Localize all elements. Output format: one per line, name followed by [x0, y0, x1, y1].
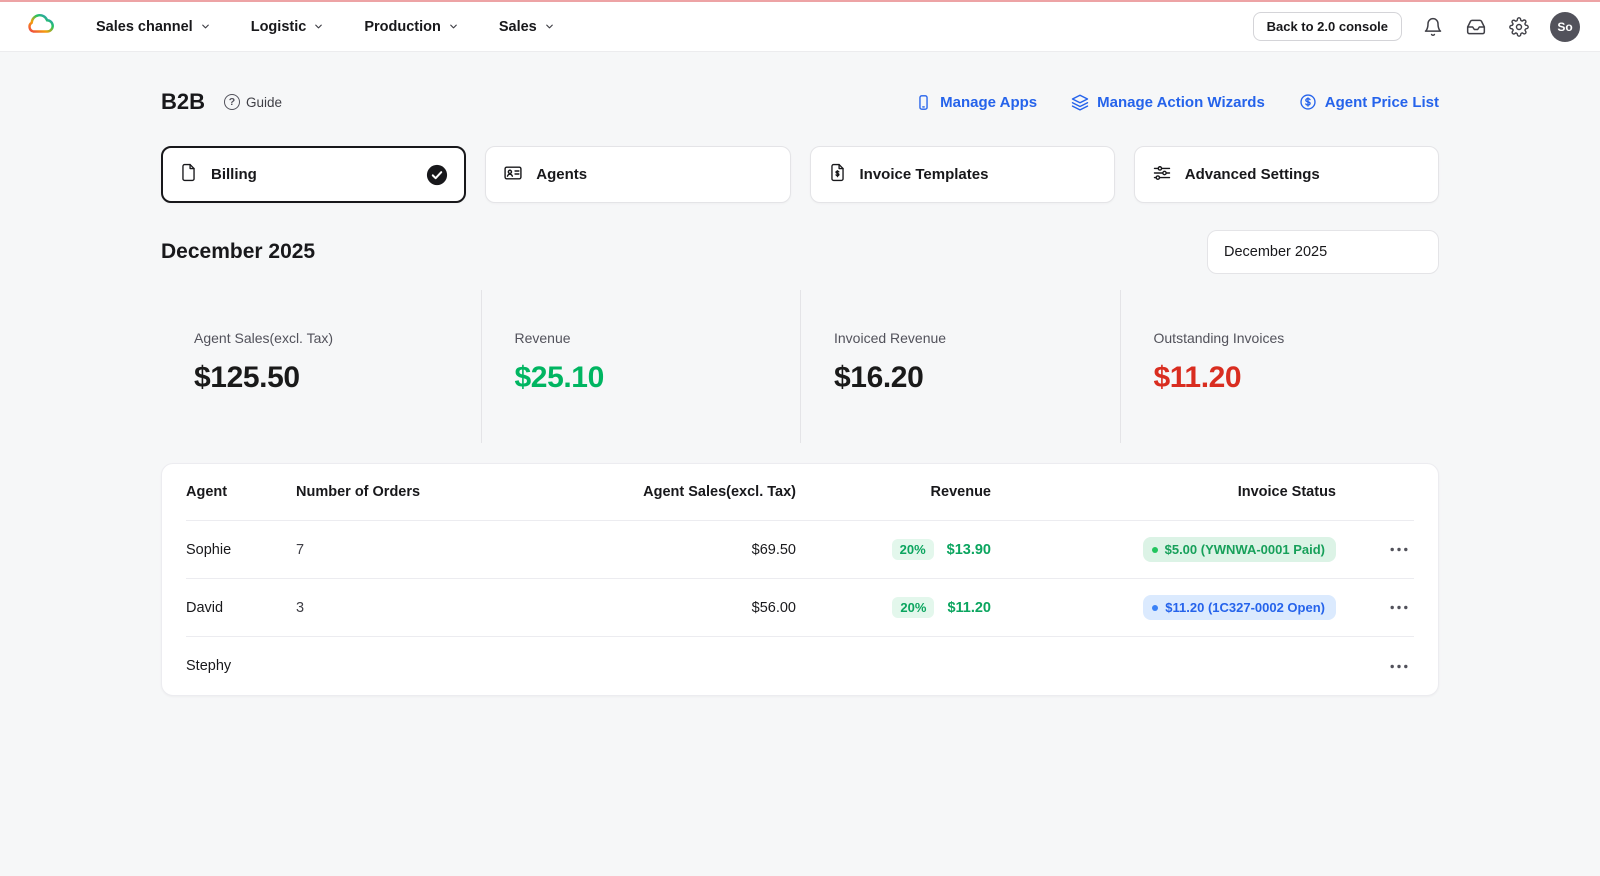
chevron-down-icon [448, 21, 459, 32]
stat-outstanding-invoices: Outstanding Invoices $11.20 [1119, 290, 1440, 443]
agent-price-list-link[interactable]: Agent Price List [1299, 93, 1439, 111]
stat-invoiced-revenue: Invoiced Revenue $16.20 [800, 290, 1120, 443]
dollar-circle-icon [1299, 93, 1317, 111]
agents-table: Agent Number of Orders Agent Sales(excl.… [161, 463, 1439, 696]
stat-revenue: Revenue $25.10 [480, 290, 801, 443]
main-menu: Sales channel Logistic Production Sales [96, 19, 555, 35]
inbox-icon[interactable] [1464, 15, 1488, 39]
manage-action-wizards-link[interactable]: Manage Action Wizards [1071, 93, 1265, 111]
agent-sales-value: $69.50 [751, 541, 796, 558]
agent-sales-value: $56.00 [751, 599, 796, 616]
table-row: David 3 $56.00 20% $11.20 $11.20 (1C327-… [186, 579, 1414, 637]
chevron-down-icon [200, 21, 211, 32]
col-agent: Agent [186, 484, 228, 500]
invoice-icon [828, 163, 847, 186]
orders-count: 3 [296, 599, 305, 616]
question-circle-icon [224, 94, 241, 110]
period-selector[interactable]: December 2025 [1207, 230, 1439, 274]
tab-billing[interactable]: Billing [161, 146, 467, 203]
row-actions-ellipsis-icon[interactable] [1336, 605, 1414, 610]
section-tabs: Billing Agents Invoice Templates Advance… [161, 146, 1439, 203]
app-logo[interactable] [26, 9, 56, 44]
row-actions-ellipsis-icon[interactable] [1336, 664, 1414, 669]
user-avatar[interactable]: So [1550, 11, 1580, 42]
menu-sales[interactable]: Sales [499, 19, 555, 35]
menu-production[interactable]: Production [364, 19, 459, 35]
id-card-icon [503, 163, 523, 187]
orders-count: 7 [296, 541, 305, 558]
agent-name: Sophie [186, 541, 232, 558]
revenue-value: $11.20 [947, 599, 991, 616]
revenue-percent-badge: 20% [891, 539, 934, 560]
chevron-down-icon [544, 21, 555, 32]
top-navigation-bar: Sales channel Logistic Production Sales … [0, 2, 1600, 52]
table-header-row: Agent Number of Orders Agent Sales(excl.… [186, 464, 1414, 521]
menu-label: Sales [498, 18, 537, 35]
col-revenue: Revenue [930, 484, 991, 500]
header-links: Manage Apps Manage Action Wizards Agent … [915, 93, 1439, 111]
menu-label: Logistic [250, 18, 307, 35]
gear-icon[interactable] [1507, 15, 1531, 39]
col-status: Invoice Status [1237, 484, 1336, 500]
phone-icon [915, 94, 932, 111]
manage-apps-link[interactable]: Manage Apps [915, 94, 1037, 111]
revenue-cell: 20% $13.90 [796, 539, 991, 560]
row-actions-ellipsis-icon[interactable] [1336, 547, 1414, 552]
invoice-status-badge[interactable]: $11.20 (1C327-0002 Open) [1143, 595, 1336, 620]
topbar-actions: Back to 2.0 console So [1252, 11, 1580, 42]
menu-label: Production [364, 18, 441, 35]
chevron-down-icon [313, 21, 324, 32]
col-sales: Agent Sales(excl. Tax) [643, 484, 796, 500]
menu-sales-channel[interactable]: Sales channel [96, 19, 211, 35]
agent-name: David [186, 599, 224, 616]
invoice-status-badge[interactable]: $5.00 (YWNWA-0001 Paid) [1142, 537, 1336, 562]
bell-icon[interactable] [1421, 15, 1445, 39]
col-orders: Number of Orders [296, 484, 421, 500]
rainbow-cloud-logo-icon [26, 9, 56, 44]
guide-label: Guide [246, 94, 283, 110]
page-title: B2B [161, 89, 206, 114]
menu-label: Sales channel [96, 18, 193, 35]
sliders-icon [1152, 163, 1172, 187]
revenue-percent-badge: 20% [892, 597, 935, 618]
layers-icon [1071, 93, 1089, 111]
table-row: Stephy [186, 637, 1414, 695]
back-to-console-button[interactable]: Back to 2.0 console [1252, 12, 1402, 41]
main-content: B2B Guide Manage Apps Manage Action Wiza… [161, 52, 1439, 696]
check-circle-icon [426, 164, 448, 186]
tab-advanced-settings[interactable]: Advanced Settings [1133, 146, 1439, 203]
page-header: B2B Guide Manage Apps Manage Action Wiza… [161, 80, 1439, 124]
table-row: Sophie 7 $69.50 20% $13.90 $5.00 (YWNWA-… [186, 521, 1414, 579]
tab-invoice-templates[interactable]: Invoice Templates [809, 146, 1115, 203]
revenue-value: $13.90 [946, 541, 991, 558]
guide-link[interactable]: Guide [224, 94, 282, 110]
document-icon [179, 163, 198, 186]
period-row: December 2025 December 2025 [161, 230, 1439, 274]
stats-row: Agent Sales(excl. Tax) $125.50 Revenue $… [161, 290, 1439, 443]
tab-agents[interactable]: Agents [485, 146, 791, 203]
menu-logistic[interactable]: Logistic [251, 19, 325, 35]
agent-name: Stephy [186, 658, 232, 674]
revenue-cell: 20% $11.20 [796, 597, 991, 618]
stat-agent-sales: Agent Sales(excl. Tax) $125.50 [194, 330, 334, 394]
period-heading: December 2025 [161, 240, 316, 263]
